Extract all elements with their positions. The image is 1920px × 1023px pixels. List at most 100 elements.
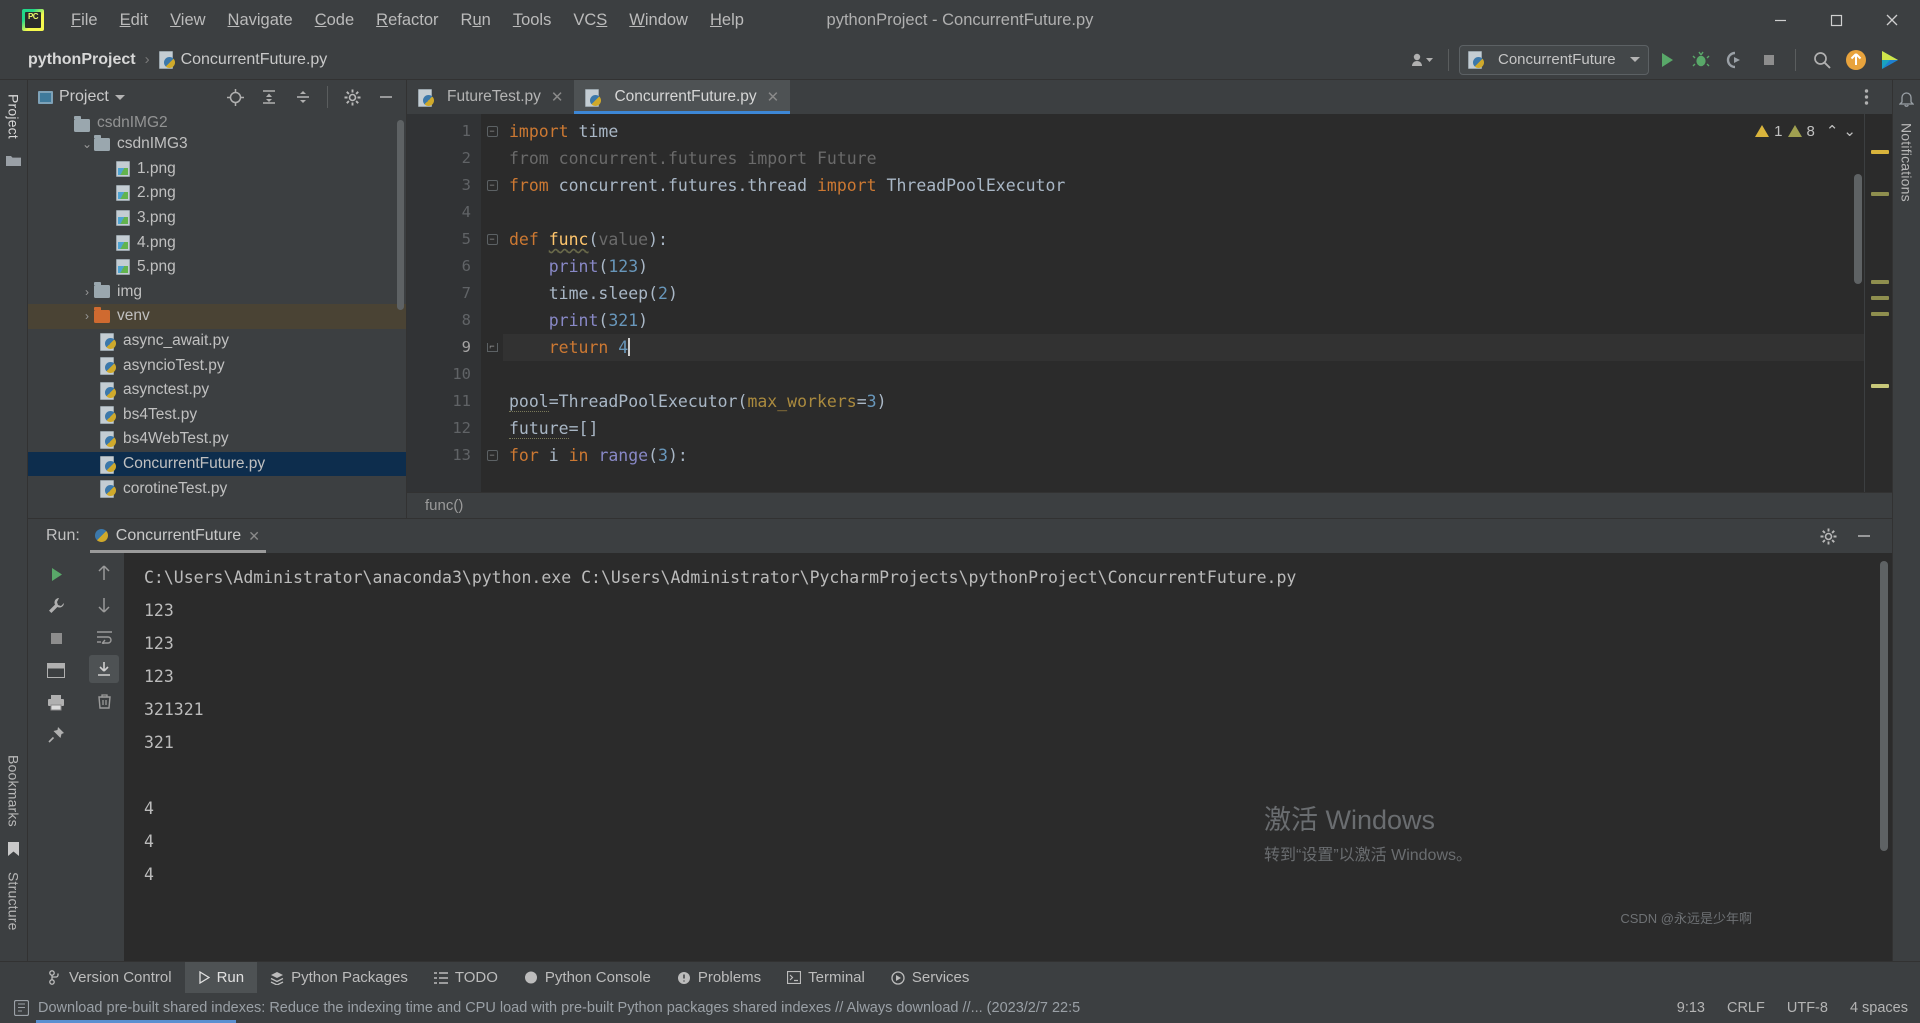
menu-view[interactable]: View — [159, 7, 216, 34]
tree-row-corotinetest[interactable]: corotineTest.py — [28, 476, 406, 501]
menu-help[interactable]: Help — [699, 7, 755, 34]
marker-weak-warning[interactable] — [1871, 312, 1889, 316]
ide-features-trainer-icon[interactable] — [1874, 45, 1906, 75]
run-button[interactable] — [1651, 45, 1683, 75]
sidebar-item-project[interactable]: Project — [6, 88, 22, 145]
project-view-chevron-down-icon[interactable] — [114, 94, 125, 100]
editor-vertical-scrollbar[interactable] — [1854, 174, 1862, 284]
debug-button[interactable] — [1685, 45, 1717, 75]
menu-refactor[interactable]: Refactor — [365, 7, 449, 34]
next-problem-icon[interactable]: ⌄ — [1843, 122, 1856, 140]
layout-icon[interactable] — [39, 655, 73, 685]
chevron-right-icon[interactable]: › — [80, 285, 94, 299]
run-with-coverage-button[interactable] — [1719, 45, 1751, 75]
tool-window-python-console[interactable]: Python Console — [511, 962, 664, 993]
trash-icon[interactable] — [89, 687, 119, 715]
notifications-bell-icon[interactable] — [1899, 92, 1914, 108]
marker-warning[interactable] — [1871, 150, 1889, 154]
menu-window[interactable]: Window — [618, 7, 699, 34]
tool-window-python-packages[interactable]: Python Packages — [257, 962, 421, 993]
scroll-to-end-icon[interactable] — [89, 655, 119, 683]
soft-wrap-icon[interactable] — [89, 623, 119, 651]
settings-icon[interactable] — [1812, 521, 1844, 551]
tree-row-bs4webtest[interactable]: bs4WebTest.py — [28, 427, 406, 452]
previous-problem-icon[interactable]: ⌃ — [1826, 122, 1839, 140]
tree-row-1png[interactable]: 1.png — [28, 157, 406, 182]
hide-panel-icon[interactable] — [1848, 521, 1880, 551]
maximize-button[interactable] — [1808, 0, 1864, 40]
tree-row-img[interactable]: › img — [28, 280, 406, 305]
tool-window-terminal[interactable]: Terminal — [774, 962, 878, 993]
chevron-right-icon[interactable]: › — [80, 309, 94, 323]
close-icon[interactable]: ✕ — [551, 88, 564, 106]
fold-toggle[interactable]: − — [481, 442, 503, 469]
marker-weak-warning[interactable] — [1871, 296, 1889, 300]
pin-icon[interactable] — [39, 719, 73, 749]
account-icon[interactable] — [1406, 45, 1438, 75]
tree-row-4png[interactable]: 4.png — [28, 230, 406, 255]
code-text[interactable]: import time from concurrent.futures impo… — [503, 114, 1892, 492]
locate-icon[interactable] — [221, 84, 249, 110]
line-separator[interactable]: CRLF — [1727, 1000, 1765, 1016]
print-icon[interactable] — [39, 687, 73, 717]
code-editor[interactable]: 1 2 3 4 5 6 7 8 9 10 11 12 13 − − − ⌐ − … — [407, 114, 1892, 492]
fold-end-marker[interactable]: ⌐ — [481, 334, 503, 361]
menu-file[interactable]: File — [60, 7, 109, 34]
status-message[interactable]: Download pre-built shared indexes: Reduc… — [38, 1000, 1080, 1016]
tree-row-asynctest[interactable]: asynctest.py — [28, 378, 406, 403]
tool-window-run[interactable]: Run — [184, 962, 258, 993]
caret-position[interactable]: 9:13 — [1677, 1000, 1705, 1016]
tree-row-concurrentfuture[interactable]: ConcurrentFuture.py — [28, 451, 406, 477]
tree-row-5png[interactable]: 5.png — [28, 255, 406, 280]
menu-vcs[interactable]: VCS — [562, 7, 618, 34]
minimize-button[interactable] — [1752, 0, 1808, 40]
tree-row-venv[interactable]: › venv — [28, 304, 406, 329]
marker-weak-warning[interactable] — [1871, 280, 1889, 284]
run-tab-concurrentfuture[interactable]: ConcurrentFuture ✕ — [89, 519, 267, 553]
code-breadcrumb[interactable]: func() — [407, 492, 1892, 518]
fold-toggle[interactable]: − — [481, 226, 503, 253]
scroll-down-icon[interactable] — [89, 591, 119, 619]
close-icon[interactable]: ✕ — [767, 88, 780, 106]
menu-code[interactable]: Code — [304, 7, 365, 34]
expand-all-icon[interactable] — [255, 84, 283, 110]
close-button[interactable] — [1864, 0, 1920, 40]
marker-change[interactable] — [1871, 384, 1889, 388]
tree-row-async-await[interactable]: async_await.py — [28, 329, 406, 354]
tab-futuretest[interactable]: FutureTest.py ✕ — [407, 80, 574, 114]
breadcrumb-file[interactable]: ConcurrentFuture.py — [181, 51, 328, 69]
stop-button[interactable] — [1753, 45, 1785, 75]
wrench-icon[interactable] — [39, 591, 73, 621]
project-tree-scrollbar[interactable] — [397, 120, 404, 310]
file-encoding[interactable]: UTF-8 — [1787, 1000, 1828, 1016]
inspection-summary[interactable]: 1 8 ⌃ ⌄ — [1755, 122, 1856, 140]
menu-tools[interactable]: Tools — [502, 7, 563, 34]
tool-window-services[interactable]: Services — [878, 962, 983, 993]
tree-row-3png[interactable]: 3.png — [28, 206, 406, 231]
indent-setting[interactable]: 4 spaces — [1850, 1000, 1908, 1016]
tool-window-problems[interactable]: Problems — [664, 962, 774, 993]
close-icon[interactable]: ✕ — [248, 528, 260, 545]
run-console-output[interactable]: C:\Users\Administrator\anaconda3\python.… — [124, 553, 1892, 961]
project-tree[interactable]: csdnIMG2 ⌄ csdnIMG3 1.png 2.png 3.png 4.… — [28, 114, 406, 518]
menu-navigate[interactable]: Navigate — [217, 7, 304, 34]
sidebar-item-bookmarks[interactable]: Bookmarks — [6, 749, 22, 833]
update-icon[interactable] — [1840, 45, 1872, 75]
sidebar-item-structure[interactable]: Structure — [6, 866, 22, 937]
editor-marker-bar[interactable] — [1864, 114, 1892, 492]
editor-options-icon[interactable] — [1850, 82, 1882, 112]
tree-row-csdnimg3[interactable]: ⌄ csdnIMG3 — [28, 132, 406, 157]
run-configuration-selector[interactable]: ConcurrentFuture — [1459, 44, 1649, 75]
sidebar-item-notifications[interactable]: Notifications — [1899, 117, 1915, 208]
search-icon[interactable] — [1806, 45, 1838, 75]
menu-edit[interactable]: Edit — [109, 7, 159, 34]
fold-toggle[interactable]: − — [481, 172, 503, 199]
console-scrollbar[interactable] — [1880, 561, 1888, 851]
tool-window-version-control[interactable]: Version Control — [36, 962, 185, 993]
code-folding-gutter[interactable]: − − − ⌐ − — [481, 114, 503, 492]
tree-row-asynciotest[interactable]: asyncioTest.py — [28, 353, 406, 378]
settings-icon[interactable] — [338, 84, 366, 110]
tree-row-bs4test[interactable]: bs4Test.py — [28, 403, 406, 428]
tool-window-todo[interactable]: TODO — [421, 962, 511, 993]
breadcrumb-project[interactable]: pythonProject — [28, 51, 136, 69]
